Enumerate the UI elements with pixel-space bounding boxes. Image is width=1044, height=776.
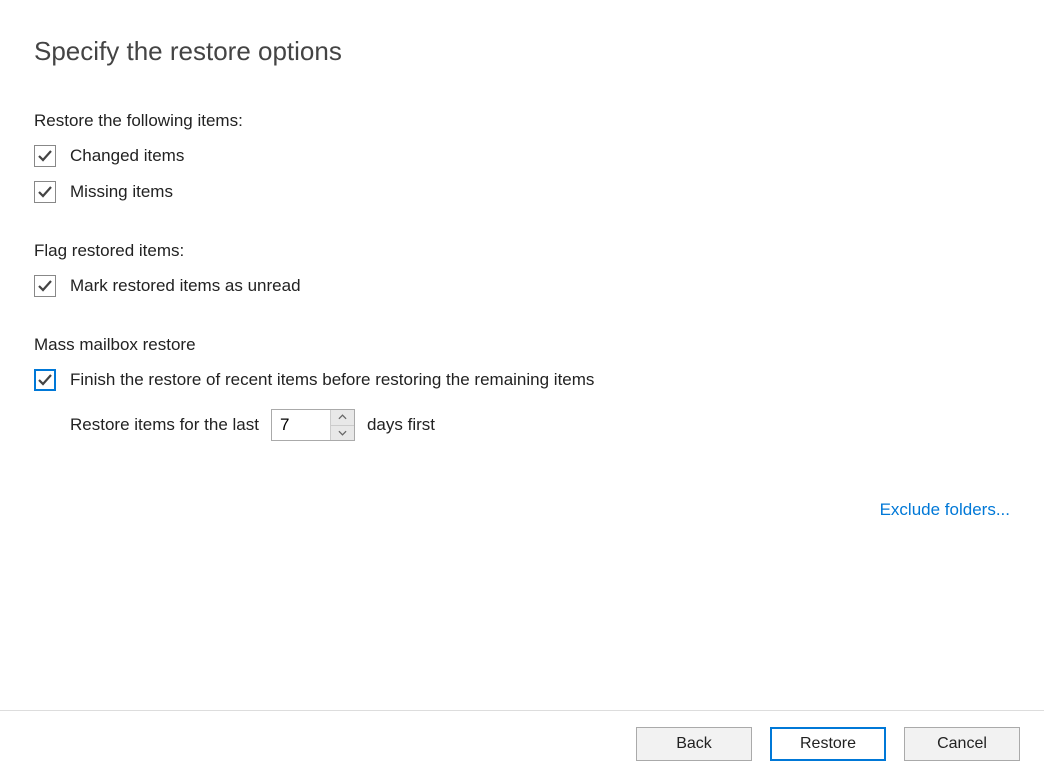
restore-days-prefix: Restore items for the last [70, 415, 259, 435]
checkbox-label-finish-recent: Finish the restore of recent items befor… [70, 370, 594, 390]
checkbox-mark-unread[interactable] [34, 275, 56, 297]
checkbox-label-changed-items: Changed items [70, 146, 184, 166]
checkbox-row-missing-items: Missing items [34, 181, 1010, 203]
section-restore-items: Restore the following items: Changed ite… [34, 111, 1010, 203]
page-title: Specify the restore options [34, 36, 1010, 67]
checkbox-changed-items[interactable] [34, 145, 56, 167]
days-spinner [330, 410, 354, 440]
section-label-mass-restore: Mass mailbox restore [34, 335, 1010, 355]
checkbox-label-missing-items: Missing items [70, 182, 173, 202]
restore-days-suffix: days first [367, 415, 435, 435]
footer: Back Restore Cancel [0, 710, 1044, 776]
days-stepper [271, 409, 355, 441]
cancel-button[interactable]: Cancel [904, 727, 1020, 761]
days-spinner-down[interactable] [331, 426, 354, 441]
check-icon [38, 185, 52, 199]
section-label-flag-restored: Flag restored items: [34, 241, 1010, 261]
checkbox-row-mark-unread: Mark restored items as unread [34, 275, 1010, 297]
check-icon [38, 373, 52, 387]
checkbox-missing-items[interactable] [34, 181, 56, 203]
section-label-restore-items: Restore the following items: [34, 111, 1010, 131]
chevron-down-icon [338, 430, 347, 436]
exclude-folders-link[interactable]: Exclude folders... [880, 500, 1010, 520]
checkbox-label-mark-unread: Mark restored items as unread [70, 276, 301, 296]
chevron-up-icon [338, 414, 347, 420]
restore-days-row: Restore items for the last days first [70, 409, 1010, 441]
checkbox-row-changed-items: Changed items [34, 145, 1010, 167]
days-input[interactable] [272, 410, 330, 440]
check-icon [38, 279, 52, 293]
section-flag-restored: Flag restored items: Mark restored items… [34, 241, 1010, 297]
section-mass-restore: Mass mailbox restore Finish the restore … [34, 335, 1010, 441]
checkbox-finish-recent[interactable] [34, 369, 56, 391]
restore-button[interactable]: Restore [770, 727, 886, 761]
back-button[interactable]: Back [636, 727, 752, 761]
check-icon [38, 149, 52, 163]
days-spinner-up[interactable] [331, 410, 354, 426]
checkbox-row-finish-recent: Finish the restore of recent items befor… [34, 369, 1010, 391]
